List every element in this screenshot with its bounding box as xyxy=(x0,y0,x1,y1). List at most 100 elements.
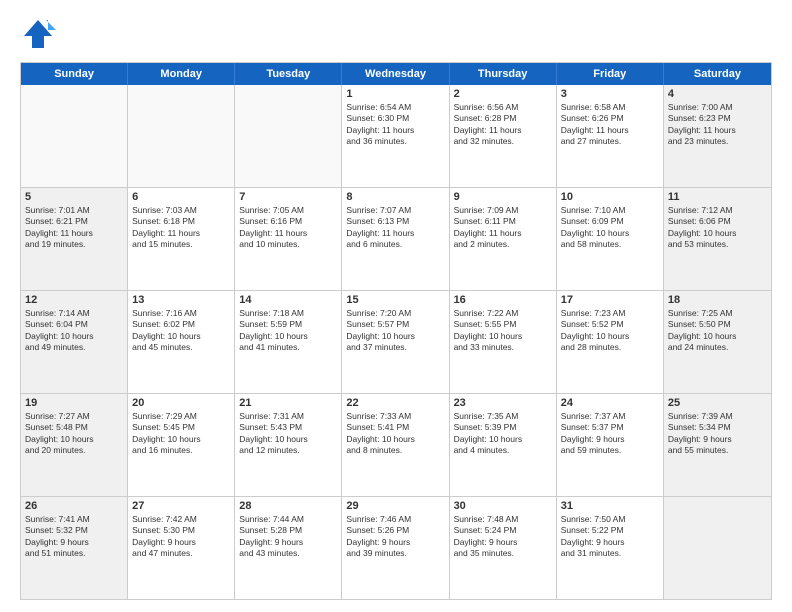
day-number: 25 xyxy=(668,397,767,409)
cell-info: Sunrise: 6:54 AM Sunset: 6:30 PM Dayligh… xyxy=(346,102,444,148)
cal-cell-26: 26 Sunrise: 7:41 AM Sunset: 5:32 PM Dayli… xyxy=(21,497,128,599)
cal-cell-17: 17 Sunrise: 7:23 AM Sunset: 5:52 PM Dayli… xyxy=(557,291,664,393)
header xyxy=(20,16,772,52)
cal-cell-28: 28 Sunrise: 7:44 AM Sunset: 5:28 PM Dayli… xyxy=(235,497,342,599)
cal-cell-18: 18Sunrise: 7:25 AM Sunset: 5:50 PM Dayli… xyxy=(664,291,771,393)
day-number: 2 xyxy=(454,88,552,100)
cal-cell-13: 13Sunrise: 7:16 AM Sunset: 6:02 PM Dayli… xyxy=(128,291,235,393)
cal-cell-7: 7 Sunrise: 7:05 AM Sunset: 6:16 PM Daylig… xyxy=(235,188,342,290)
cal-cell-14: 14Sunrise: 7:18 AM Sunset: 5:59 PM Dayli… xyxy=(235,291,342,393)
cal-cell-4: 4 Sunrise: 7:00 AM Sunset: 6:23 PM Daylig… xyxy=(664,85,771,187)
day-number: 16 xyxy=(454,294,552,306)
cal-cell-3: 3 Sunrise: 6:58 AM Sunset: 6:26 PM Daylig… xyxy=(557,85,664,187)
cell-info: Sunrise: 7:42 AM Sunset: 5:30 PM Dayligh… xyxy=(132,514,230,560)
day-number: 11 xyxy=(668,191,767,203)
cal-cell-29: 29Sunrise: 7:46 AM Sunset: 5:26 PM Dayli… xyxy=(342,497,449,599)
logo xyxy=(20,16,62,52)
cell-info: Sunrise: 7:12 AM Sunset: 6:06 PM Dayligh… xyxy=(668,205,767,251)
day-number: 20 xyxy=(132,397,230,409)
cell-info: Sunrise: 7:03 AM Sunset: 6:18 PM Dayligh… xyxy=(132,205,230,251)
header-day-monday: Monday xyxy=(128,63,235,85)
cell-info: Sunrise: 7:18 AM Sunset: 5:59 PM Dayligh… xyxy=(239,308,337,354)
day-number: 27 xyxy=(132,500,230,512)
cal-cell-10: 10Sunrise: 7:10 AM Sunset: 6:09 PM Dayli… xyxy=(557,188,664,290)
cal-row-0: 1 Sunrise: 6:54 AM Sunset: 6:30 PM Daylig… xyxy=(21,85,771,188)
cell-info: Sunrise: 7:00 AM Sunset: 6:23 PM Dayligh… xyxy=(668,102,767,148)
cal-cell-24: 24 Sunrise: 7:37 AM Sunset: 5:37 PM Dayli… xyxy=(557,394,664,496)
cell-info: Sunrise: 7:50 AM Sunset: 5:22 PM Dayligh… xyxy=(561,514,659,560)
cell-info: Sunrise: 7:22 AM Sunset: 5:55 PM Dayligh… xyxy=(454,308,552,354)
cell-info: Sunrise: 7:46 AM Sunset: 5:26 PM Dayligh… xyxy=(346,514,444,560)
cell-info: Sunrise: 7:25 AM Sunset: 5:50 PM Dayligh… xyxy=(668,308,767,354)
cell-info: Sunrise: 7:31 AM Sunset: 5:43 PM Dayligh… xyxy=(239,411,337,457)
cal-cell-5: 5 Sunrise: 7:01 AM Sunset: 6:21 PM Daylig… xyxy=(21,188,128,290)
calendar-header: SundayMondayTuesdayWednesdayThursdayFrid… xyxy=(21,63,771,85)
cal-cell-9: 9 Sunrise: 7:09 AM Sunset: 6:11 PM Daylig… xyxy=(450,188,557,290)
day-number: 4 xyxy=(668,88,767,100)
cal-cell-21: 21 Sunrise: 7:31 AM Sunset: 5:43 PM Dayli… xyxy=(235,394,342,496)
day-number: 7 xyxy=(239,191,337,203)
day-number: 21 xyxy=(239,397,337,409)
cell-info: Sunrise: 7:35 AM Sunset: 5:39 PM Dayligh… xyxy=(454,411,552,457)
cal-row-4: 26 Sunrise: 7:41 AM Sunset: 5:32 PM Dayli… xyxy=(21,497,771,599)
calendar-body: 1 Sunrise: 6:54 AM Sunset: 6:30 PM Daylig… xyxy=(21,85,771,599)
cell-info: Sunrise: 7:37 AM Sunset: 5:37 PM Dayligh… xyxy=(561,411,659,457)
header-day-thursday: Thursday xyxy=(450,63,557,85)
cal-cell-8: 8 Sunrise: 7:07 AM Sunset: 6:13 PM Daylig… xyxy=(342,188,449,290)
cal-cell-16: 16 Sunrise: 7:22 AM Sunset: 5:55 PM Dayli… xyxy=(450,291,557,393)
cell-info: Sunrise: 7:48 AM Sunset: 5:24 PM Dayligh… xyxy=(454,514,552,560)
header-day-wednesday: Wednesday xyxy=(342,63,449,85)
cal-cell-1: 1 Sunrise: 6:54 AM Sunset: 6:30 PM Daylig… xyxy=(342,85,449,187)
header-day-friday: Friday xyxy=(557,63,664,85)
day-number: 28 xyxy=(239,500,337,512)
cell-info: Sunrise: 7:44 AM Sunset: 5:28 PM Dayligh… xyxy=(239,514,337,560)
day-number: 26 xyxy=(25,500,123,512)
day-number: 31 xyxy=(561,500,659,512)
cal-cell-25: 25 Sunrise: 7:39 AM Sunset: 5:34 PM Dayli… xyxy=(664,394,771,496)
header-day-saturday: Saturday xyxy=(664,63,771,85)
cell-info: Sunrise: 7:01 AM Sunset: 6:21 PM Dayligh… xyxy=(25,205,123,251)
cell-info: Sunrise: 7:41 AM Sunset: 5:32 PM Dayligh… xyxy=(25,514,123,560)
cell-info: Sunrise: 7:29 AM Sunset: 5:45 PM Dayligh… xyxy=(132,411,230,457)
cal-row-2: 12Sunrise: 7:14 AM Sunset: 6:04 PM Dayli… xyxy=(21,291,771,394)
cal-cell-empty-4-6 xyxy=(664,497,771,599)
cal-cell-12: 12Sunrise: 7:14 AM Sunset: 6:04 PM Dayli… xyxy=(21,291,128,393)
logo-icon xyxy=(20,16,56,52)
day-number: 15 xyxy=(346,294,444,306)
day-number: 30 xyxy=(454,500,552,512)
cal-cell-11: 11 Sunrise: 7:12 AM Sunset: 6:06 PM Dayli… xyxy=(664,188,771,290)
cal-cell-31: 31 Sunrise: 7:50 AM Sunset: 5:22 PM Dayli… xyxy=(557,497,664,599)
cal-row-1: 5 Sunrise: 7:01 AM Sunset: 6:21 PM Daylig… xyxy=(21,188,771,291)
day-number: 3 xyxy=(561,88,659,100)
cell-info: Sunrise: 7:05 AM Sunset: 6:16 PM Dayligh… xyxy=(239,205,337,251)
cell-info: Sunrise: 6:58 AM Sunset: 6:26 PM Dayligh… xyxy=(561,102,659,148)
cal-cell-2: 2 Sunrise: 6:56 AM Sunset: 6:28 PM Daylig… xyxy=(450,85,557,187)
day-number: 1 xyxy=(346,88,444,100)
cell-info: Sunrise: 7:39 AM Sunset: 5:34 PM Dayligh… xyxy=(668,411,767,457)
day-number: 8 xyxy=(346,191,444,203)
day-number: 5 xyxy=(25,191,123,203)
cell-info: Sunrise: 6:56 AM Sunset: 6:28 PM Dayligh… xyxy=(454,102,552,148)
cal-cell-19: 19 Sunrise: 7:27 AM Sunset: 5:48 PM Dayli… xyxy=(21,394,128,496)
cell-info: Sunrise: 7:07 AM Sunset: 6:13 PM Dayligh… xyxy=(346,205,444,251)
cell-info: Sunrise: 7:14 AM Sunset: 6:04 PM Dayligh… xyxy=(25,308,123,354)
cal-cell-22: 22Sunrise: 7:33 AM Sunset: 5:41 PM Dayli… xyxy=(342,394,449,496)
day-number: 19 xyxy=(25,397,123,409)
cal-cell-6: 6 Sunrise: 7:03 AM Sunset: 6:18 PM Daylig… xyxy=(128,188,235,290)
day-number: 6 xyxy=(132,191,230,203)
cal-row-3: 19 Sunrise: 7:27 AM Sunset: 5:48 PM Dayli… xyxy=(21,394,771,497)
cell-info: Sunrise: 7:10 AM Sunset: 6:09 PM Dayligh… xyxy=(561,205,659,251)
cal-cell-27: 27 Sunrise: 7:42 AM Sunset: 5:30 PM Dayli… xyxy=(128,497,235,599)
cal-cell-empty-0-2 xyxy=(235,85,342,187)
cal-cell-15: 15Sunrise: 7:20 AM Sunset: 5:57 PM Dayli… xyxy=(342,291,449,393)
cell-info: Sunrise: 7:27 AM Sunset: 5:48 PM Dayligh… xyxy=(25,411,123,457)
day-number: 9 xyxy=(454,191,552,203)
day-number: 13 xyxy=(132,294,230,306)
cell-info: Sunrise: 7:23 AM Sunset: 5:52 PM Dayligh… xyxy=(561,308,659,354)
cal-cell-20: 20 Sunrise: 7:29 AM Sunset: 5:45 PM Dayli… xyxy=(128,394,235,496)
cal-cell-23: 23Sunrise: 7:35 AM Sunset: 5:39 PM Dayli… xyxy=(450,394,557,496)
day-number: 24 xyxy=(561,397,659,409)
cell-info: Sunrise: 7:09 AM Sunset: 6:11 PM Dayligh… xyxy=(454,205,552,251)
header-day-sunday: Sunday xyxy=(21,63,128,85)
day-number: 17 xyxy=(561,294,659,306)
